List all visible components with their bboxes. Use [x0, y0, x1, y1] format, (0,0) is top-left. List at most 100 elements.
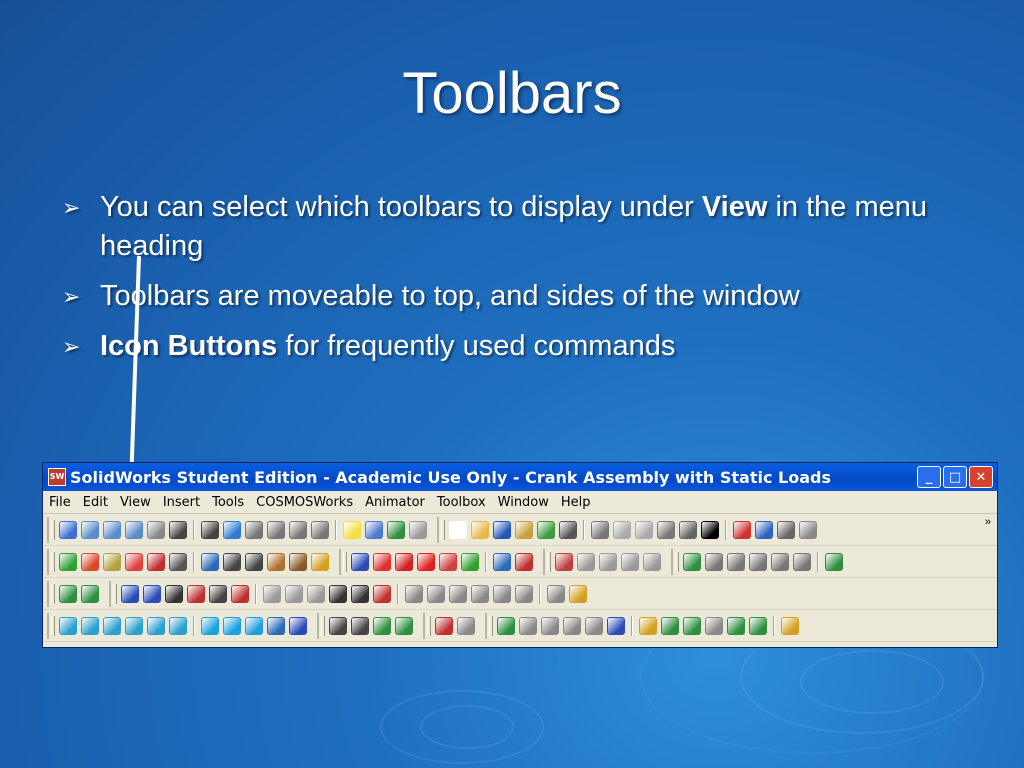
toolbar-button-icon[interactable]	[585, 616, 603, 635]
toolbar-button-icon[interactable]	[705, 616, 723, 635]
toolbar-button-icon[interactable]	[147, 552, 165, 571]
toolbar-button-icon[interactable]	[519, 616, 537, 635]
toolbar-button-icon[interactable]	[373, 584, 391, 603]
toolbar-button-icon[interactable]	[245, 520, 263, 539]
toolbar[interactable]	[339, 548, 539, 575]
toolbar-button-icon[interactable]	[289, 520, 307, 539]
toolbar-button-icon[interactable]	[223, 616, 241, 635]
menu-item-tools[interactable]: Tools	[206, 495, 250, 510]
toolbar-button-icon[interactable]	[169, 552, 187, 571]
toolbar-overflow-icon[interactable]: »	[985, 516, 991, 528]
toolbar[interactable]	[47, 580, 105, 607]
toolbar-button-icon[interactable]	[59, 552, 77, 571]
toolbar-button-icon[interactable]	[187, 584, 205, 603]
toolbar-button-icon[interactable]	[365, 520, 383, 539]
toolbar-button-icon[interactable]	[147, 520, 165, 539]
toolbar-button-icon[interactable]	[351, 584, 369, 603]
toolbar-button-icon[interactable]	[569, 584, 587, 603]
toolbar-button-icon[interactable]	[223, 552, 241, 571]
toolbar[interactable]	[437, 516, 823, 543]
toolbar-button-icon[interactable]	[311, 552, 329, 571]
menu-item-cosmosworks[interactable]: COSMOSWorks	[250, 495, 359, 510]
toolbar-button-icon[interactable]	[245, 552, 263, 571]
toolbar-button-icon[interactable]	[781, 616, 799, 635]
toolbar-button-icon[interactable]	[657, 520, 675, 539]
toolbar-button-icon[interactable]	[103, 520, 121, 539]
toolbar-button-icon[interactable]	[749, 616, 767, 635]
toolbar[interactable]	[485, 612, 805, 639]
toolbar-button-icon[interactable]	[343, 520, 361, 539]
toolbar-button-icon[interactable]	[705, 552, 723, 571]
toolbar-button-icon[interactable]	[311, 520, 329, 539]
menu-item-window[interactable]: Window	[492, 495, 555, 510]
toolbar[interactable]	[671, 548, 849, 575]
toolbar-button-icon[interactable]	[395, 552, 413, 571]
toolbar-button-icon[interactable]	[457, 616, 475, 635]
toolbar-button-icon[interactable]	[289, 616, 307, 635]
menu-item-insert[interactable]: Insert	[157, 495, 206, 510]
toolbar-button-icon[interactable]	[125, 552, 143, 571]
toolbar-button-icon[interactable]	[559, 520, 577, 539]
toolbar-button-icon[interactable]	[373, 552, 391, 571]
toolbar-button-icon[interactable]	[165, 584, 183, 603]
toolbar-button-icon[interactable]	[537, 520, 555, 539]
toolbar-button-icon[interactable]	[373, 616, 391, 635]
toolbar-button-icon[interactable]	[541, 616, 559, 635]
toolbar-button-icon[interactable]	[59, 584, 77, 603]
toolbar-button-icon[interactable]	[493, 552, 511, 571]
toolbar-button-icon[interactable]	[547, 584, 565, 603]
toolbar-button-icon[interactable]	[209, 584, 227, 603]
minimize-button[interactable]: _	[917, 466, 941, 488]
toolbar-button-icon[interactable]	[755, 520, 773, 539]
toolbar-button-icon[interactable]	[143, 584, 161, 603]
toolbar-button-icon[interactable]	[267, 520, 285, 539]
toolbar-button-icon[interactable]	[461, 552, 479, 571]
toolbar-button-icon[interactable]	[125, 616, 143, 635]
toolbar-button-icon[interactable]	[825, 552, 843, 571]
toolbar-button-icon[interactable]	[799, 520, 817, 539]
toolbar-button-icon[interactable]	[245, 616, 263, 635]
toolbar[interactable]	[423, 612, 481, 639]
toolbar[interactable]	[47, 548, 335, 575]
toolbar-button-icon[interactable]	[471, 520, 489, 539]
toolbar-button-icon[interactable]	[351, 616, 369, 635]
toolbar-button-icon[interactable]	[701, 520, 719, 539]
toolbar-button-icon[interactable]	[121, 584, 139, 603]
toolbar-button-icon[interactable]	[613, 520, 631, 539]
close-button[interactable]: ✕	[969, 466, 993, 488]
toolbar-button-icon[interactable]	[515, 552, 533, 571]
toolbar-button-icon[interactable]	[749, 552, 767, 571]
toolbar-button-icon[interactable]	[409, 520, 427, 539]
toolbar-button-icon[interactable]	[679, 520, 697, 539]
toolbar-button-icon[interactable]	[329, 584, 347, 603]
toolbar-button-icon[interactable]	[497, 616, 515, 635]
toolbar-button-icon[interactable]	[81, 552, 99, 571]
toolbar[interactable]	[47, 516, 433, 543]
toolbar-button-icon[interactable]	[599, 552, 617, 571]
toolbar-button-icon[interactable]	[267, 552, 285, 571]
toolbar-button-icon[interactable]	[125, 520, 143, 539]
toolbar-button-icon[interactable]	[223, 520, 241, 539]
toolbar-button-icon[interactable]	[449, 584, 467, 603]
toolbar-button-icon[interactable]	[285, 584, 303, 603]
toolbar-button-icon[interactable]	[81, 616, 99, 635]
toolbar-button-icon[interactable]	[289, 552, 307, 571]
app-icon[interactable]: SW	[48, 468, 66, 486]
toolbar-button-icon[interactable]	[103, 616, 121, 635]
menu-item-file[interactable]: File	[43, 495, 77, 510]
menu-item-help[interactable]: Help	[555, 495, 597, 510]
toolbar-button-icon[interactable]	[777, 520, 795, 539]
toolbar-button-icon[interactable]	[591, 520, 609, 539]
toolbar-button-icon[interactable]	[201, 552, 219, 571]
toolbar[interactable]	[47, 612, 313, 639]
toolbar-button-icon[interactable]	[733, 520, 751, 539]
toolbar-button-icon[interactable]	[435, 616, 453, 635]
toolbar-button-icon[interactable]	[515, 520, 533, 539]
toolbar-button-icon[interactable]	[59, 520, 77, 539]
toolbar-button-icon[interactable]	[771, 552, 789, 571]
toolbar-button-icon[interactable]	[307, 584, 325, 603]
toolbar-button-icon[interactable]	[387, 520, 405, 539]
toolbar-button-icon[interactable]	[555, 552, 573, 571]
toolbar-button-icon[interactable]	[683, 616, 701, 635]
toolbar-button-icon[interactable]	[449, 520, 467, 539]
